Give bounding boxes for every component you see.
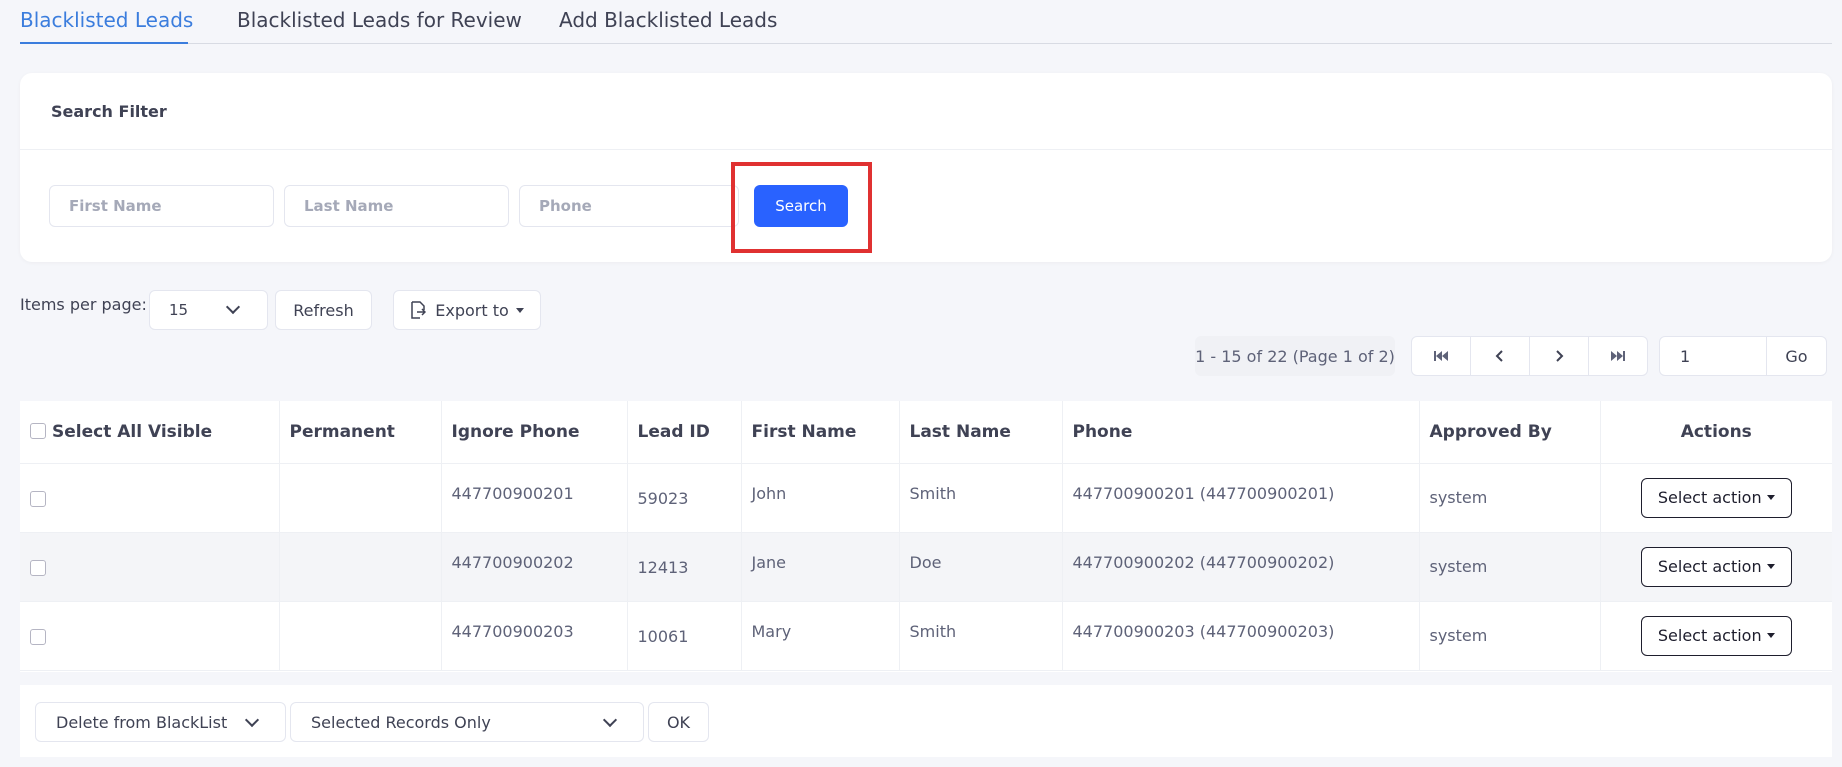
ignore-phone-cell: 447700900202 — [441, 532, 628, 602]
ignore-phone-cell: 447700900201 — [441, 463, 628, 533]
select-all-checkbox[interactable] — [30, 422, 46, 439]
divider — [20, 149, 1832, 150]
tab-bar: Blacklisted Leads Blacklisted Leads for … — [20, 0, 1832, 44]
go-to-page: Go — [1659, 336, 1827, 376]
chevron-left-icon — [1495, 350, 1503, 362]
items-per-page-value: 15 — [169, 301, 189, 319]
export-to-label: Export to — [435, 300, 509, 320]
bulk-scope-value: Selected Records Only — [311, 713, 491, 732]
page-number-input[interactable] — [1660, 337, 1767, 375]
lead-id-cell: 10061 — [627, 601, 742, 671]
permanent-cell — [279, 601, 442, 671]
table-row: 447700900203 10061 Mary Smith 4477009002… — [20, 601, 1832, 671]
phone-cell: 447700900203 (447700900203) — [1062, 601, 1420, 671]
table-row: 447700900201 59023 John Smith 4477009002… — [20, 463, 1832, 533]
row-checkbox[interactable] — [30, 490, 46, 507]
caret-down-icon — [515, 307, 524, 313]
last-name-cell: Smith — [899, 601, 1063, 671]
tab-blacklisted-leads-for-review[interactable]: Blacklisted Leads for Review — [237, 8, 522, 44]
lead-id-cell: 12413 — [627, 532, 742, 602]
column-header-phone: Phone — [1062, 401, 1420, 464]
phone-input[interactable] — [519, 185, 739, 227]
approved-by-cell: system — [1419, 532, 1601, 602]
bulk-action-value: Delete from BlackList — [56, 713, 228, 732]
last-name-cell: Smith — [899, 463, 1063, 533]
permanent-cell — [279, 463, 442, 533]
ok-button[interactable]: OK — [648, 702, 709, 742]
refresh-label: Refresh — [293, 300, 354, 320]
column-header-select-all: Select All Visible — [20, 401, 280, 464]
select-action-dropdown[interactable]: Select action — [1640, 546, 1792, 587]
first-page-icon — [1434, 351, 1448, 361]
select-action-dropdown[interactable]: Select action — [1640, 477, 1792, 518]
items-per-page-select[interactable]: 15 — [149, 290, 268, 330]
column-header-permanent: Permanent — [279, 401, 442, 464]
row-checkbox[interactable] — [30, 559, 46, 576]
permanent-cell — [279, 532, 442, 602]
go-button[interactable]: Go — [1767, 337, 1826, 375]
chevron-right-icon — [1556, 350, 1564, 362]
search-filter-card: Search Filter Search — [20, 73, 1832, 262]
bulk-scope-select[interactable]: Selected Records Only — [290, 702, 644, 742]
approved-by-cell: system — [1419, 601, 1601, 671]
first-page-button[interactable] — [1412, 337, 1471, 375]
first-name-cell: Jane — [741, 532, 900, 602]
select-all-label: Select All Visible — [52, 421, 213, 442]
previous-page-button[interactable] — [1471, 337, 1530, 375]
column-header-approved-by: Approved By — [1419, 401, 1601, 464]
bulk-action-bar: Delete from BlackList Selected Records O… — [20, 685, 1832, 757]
column-header-actions: Actions — [1600, 401, 1832, 464]
actions-cell: Select action — [1600, 601, 1832, 671]
next-page-button[interactable] — [1530, 337, 1589, 375]
approved-by-cell: system — [1419, 463, 1601, 533]
table-header-row: Select All Visible Permanent Ignore Phon… — [20, 401, 1832, 464]
last-name-input[interactable] — [284, 185, 509, 227]
select-action-label: Select action — [1657, 626, 1762, 645]
column-header-ignore-phone: Ignore Phone — [441, 401, 628, 464]
row-select-cell — [20, 463, 280, 533]
column-header-first-name: First Name — [741, 401, 900, 464]
caret-down-icon — [1766, 564, 1775, 569]
select-action-dropdown[interactable]: Select action — [1640, 615, 1792, 656]
phone-cell: 447700900201 (447700900201) — [1062, 463, 1420, 533]
actions-cell: Select action — [1600, 463, 1832, 533]
select-action-label: Select action — [1657, 488, 1762, 507]
refresh-button[interactable]: Refresh — [275, 290, 372, 330]
tab-add-blacklisted-leads[interactable]: Add Blacklisted Leads — [559, 8, 777, 44]
select-action-label: Select action — [1657, 557, 1762, 576]
row-select-cell — [20, 532, 280, 602]
items-per-page-label: Items per page: — [20, 295, 147, 314]
chevron-down-icon — [225, 299, 241, 315]
chevron-down-icon — [244, 712, 260, 728]
table-row: 447700900202 12413 Jane Doe 447700900202… — [20, 532, 1832, 602]
first-name-cell: John — [741, 463, 900, 533]
last-page-button[interactable] — [1589, 337, 1647, 375]
row-select-cell — [20, 601, 280, 671]
export-to-button[interactable]: Export to — [393, 290, 541, 330]
column-header-last-name: Last Name — [899, 401, 1063, 464]
ignore-phone-cell: 447700900203 — [441, 601, 628, 671]
first-name-input[interactable] — [49, 185, 274, 227]
tab-blacklisted-leads[interactable]: Blacklisted Leads — [20, 8, 193, 44]
caret-down-icon — [1766, 495, 1775, 500]
blacklisted-leads-table: Select All Visible Permanent Ignore Phon… — [20, 401, 1832, 672]
row-checkbox[interactable] — [30, 628, 46, 645]
export-file-icon — [411, 301, 427, 319]
ok-label: OK — [666, 712, 691, 732]
lead-id-cell: 59023 — [627, 463, 742, 533]
chevron-down-icon — [602, 712, 618, 728]
phone-cell: 447700900202 (447700900202) — [1062, 532, 1420, 602]
caret-down-icon — [1766, 633, 1775, 638]
pagination-info: 1 - 15 of 22 (Page 1 of 2) — [1195, 336, 1395, 376]
column-header-lead-id: Lead ID — [627, 401, 742, 464]
pagination-controls — [1411, 336, 1648, 376]
search-filter-title: Search Filter — [51, 102, 167, 121]
bulk-action-select[interactable]: Delete from BlackList — [35, 702, 286, 742]
last-page-icon — [1611, 351, 1625, 361]
last-name-cell: Doe — [899, 532, 1063, 602]
actions-cell: Select action — [1600, 532, 1832, 602]
search-button[interactable]: Search — [754, 185, 848, 227]
first-name-cell: Mary — [741, 601, 900, 671]
